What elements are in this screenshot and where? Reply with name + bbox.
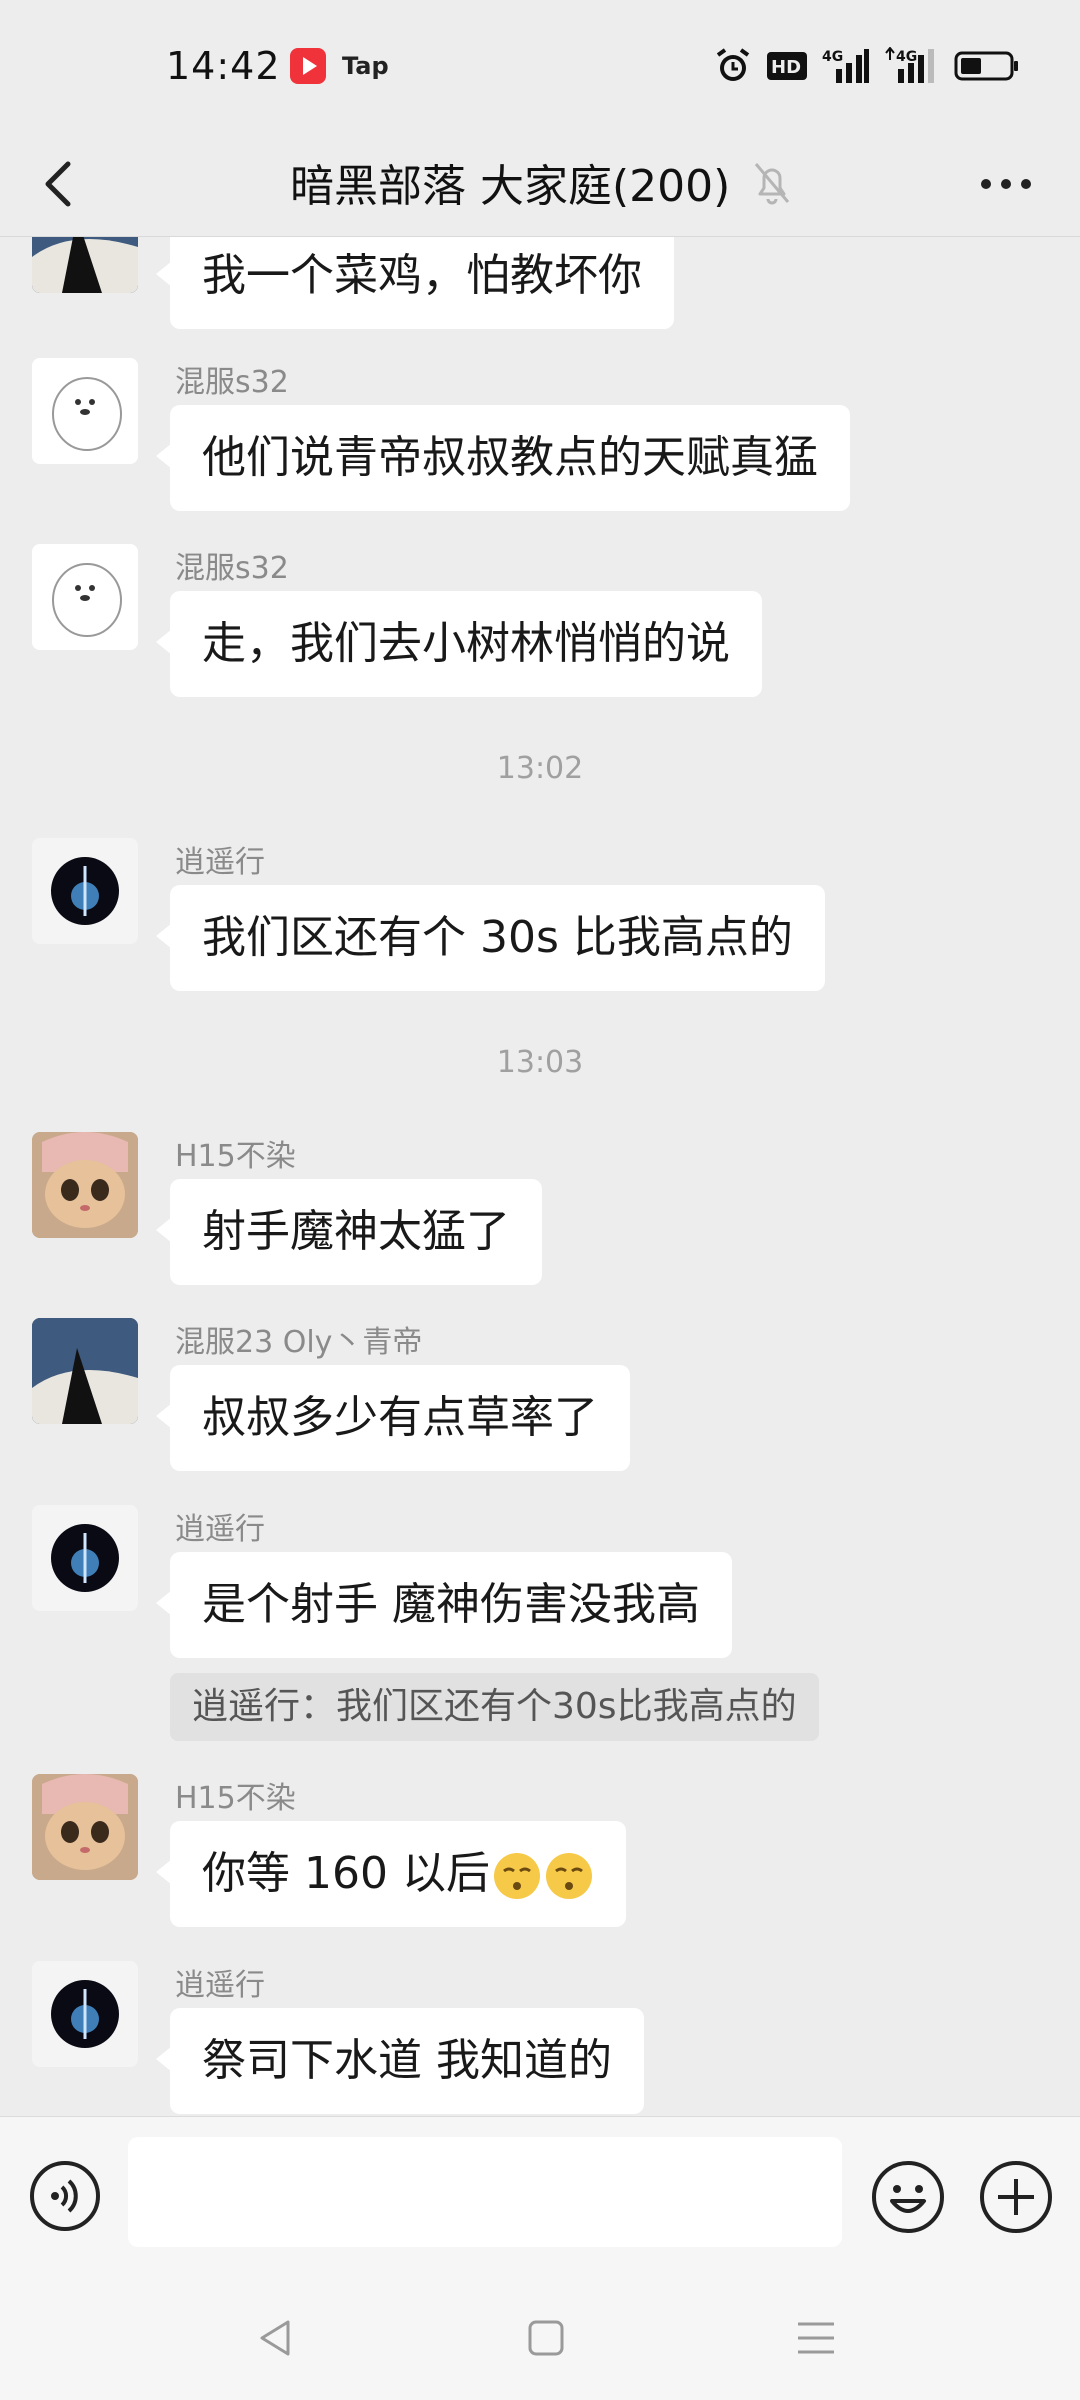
system-recents-icon[interactable] xyxy=(786,2308,846,2368)
message-bubble[interactable]: 是个射手 魔神伤害没我高 xyxy=(156,1552,732,1658)
message-list[interactable]: 我一个菜鸡，怕教坏你 混服s32 他们说青帝叔叔教点的天赋真猛 混服s32 走，… xyxy=(0,237,1080,2115)
avatar[interactable] xyxy=(32,1774,138,1880)
hd-label: HD xyxy=(771,57,801,78)
add-attachment-icon[interactable] xyxy=(978,2159,1054,2235)
dark-orb-avatar-image xyxy=(32,1505,138,1611)
message-text: 你等 160 以后 xyxy=(202,1848,490,1899)
status-bar: 14:42 Tap HD 4G 4G xyxy=(0,0,1080,132)
dark-orb-avatar-image xyxy=(32,838,138,944)
battery-icon xyxy=(954,51,1018,81)
kissing-emoji-icon xyxy=(493,1853,540,1899)
back-arrow-icon[interactable] xyxy=(30,152,90,216)
message-bubble[interactable]: 射手魔神太猛了 xyxy=(156,1179,542,1285)
avatar[interactable] xyxy=(32,544,138,650)
avatar[interactable] xyxy=(32,1961,138,2067)
sender-name: 逍遥行 xyxy=(175,1512,265,1547)
avatar[interactable] xyxy=(32,838,138,944)
system-back-icon[interactable] xyxy=(246,2308,306,2368)
avatar-image xyxy=(32,237,138,293)
sender-name: 逍遥行 xyxy=(175,1968,265,2003)
avatar[interactable] xyxy=(32,358,138,464)
sender-name: 混服s32 xyxy=(175,551,289,586)
system-home-icon[interactable] xyxy=(516,2308,576,2368)
message-bubble[interactable]: 走，我们去小树林悄悄的说 xyxy=(156,591,762,697)
sender-name: 逍遥行 xyxy=(175,845,265,880)
polar-bear-avatar-image xyxy=(32,544,138,650)
chat-title: 暗黑部落 大家庭(200) xyxy=(290,161,731,212)
signal-4g-second-icon: 4G xyxy=(885,47,934,83)
muted-bell-icon xyxy=(754,163,790,205)
quoted-message[interactable]: 逍遥行：我们区还有个30s比我高点的 xyxy=(170,1673,819,1741)
timestamp: 13:03 xyxy=(496,1045,584,1080)
avatar[interactable] xyxy=(32,1318,138,1424)
dark-orb-avatar-image xyxy=(32,1961,138,2067)
message-input-bar xyxy=(0,2116,1080,2279)
hd-icon: HD xyxy=(767,52,807,80)
sender-name: H15不染 xyxy=(175,1781,296,1816)
cat-avatar-image xyxy=(32,1132,138,1238)
kissing-emoji-icon xyxy=(545,1853,592,1899)
avatar[interactable] xyxy=(32,1132,138,1238)
cat-avatar-image xyxy=(32,1774,138,1880)
message-bubble[interactable]: 我们区还有个 30s 比我高点的 xyxy=(156,885,825,991)
voice-input-icon[interactable] xyxy=(28,2159,102,2233)
sender-name: H15不染 xyxy=(175,1139,296,1174)
more-options-icon[interactable] xyxy=(974,156,1038,212)
network-label-a: 4G xyxy=(822,49,843,65)
message-bubble[interactable]: 祭司下水道 我知道的 xyxy=(156,2008,644,2114)
sender-name: 混服s32 xyxy=(175,365,289,400)
network-label-b: 4G xyxy=(896,49,917,65)
figure-avatar-image xyxy=(32,1318,138,1424)
tap-app-label: Tap xyxy=(342,52,389,80)
alarm-icon xyxy=(716,48,750,81)
polar-bear-avatar-image xyxy=(32,358,138,464)
avatar[interactable] xyxy=(32,237,138,293)
status-icons: HD 4G 4G xyxy=(714,44,1020,88)
status-time: 14:42 xyxy=(166,44,281,88)
message-bubble[interactable]: 叔叔多少有点草率了 xyxy=(156,1365,630,1471)
avatar[interactable] xyxy=(32,1505,138,1611)
message-bubble[interactable]: 他们说青帝叔叔教点的天赋真猛 xyxy=(156,405,850,511)
chat-header: 暗黑部落 大家庭(200) xyxy=(0,132,1080,237)
emoji-icon[interactable] xyxy=(870,2159,946,2235)
signal-4g-icon: 4G xyxy=(822,49,869,83)
tap-app-icon xyxy=(290,48,326,84)
message-bubble[interactable]: 我一个菜鸡，怕教坏你 xyxy=(156,237,674,329)
message-bubble[interactable]: 你等 160 以后 xyxy=(156,1821,626,1927)
system-navigation-bar xyxy=(0,2278,1080,2400)
timestamp: 13:02 xyxy=(496,751,584,786)
sender-name: 混服23 Oly丶青帝 xyxy=(175,1325,423,1360)
message-text-input[interactable] xyxy=(128,2137,842,2247)
